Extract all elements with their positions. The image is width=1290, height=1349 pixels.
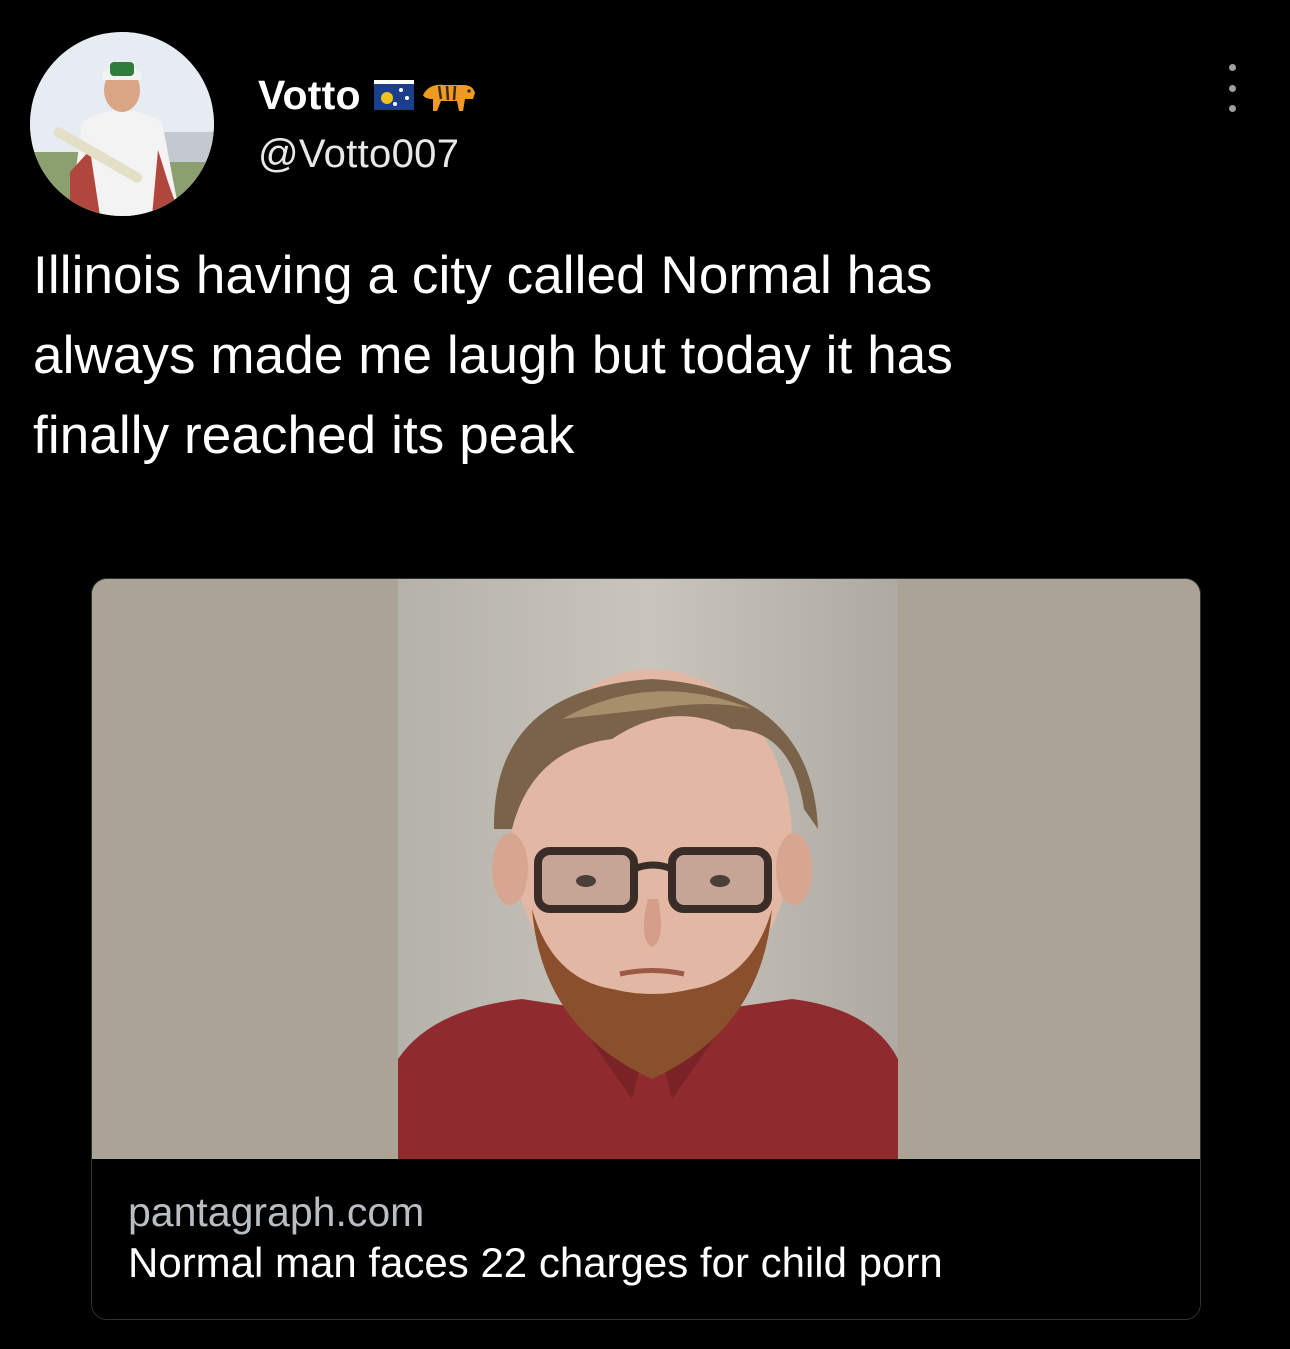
tweet-text: Illinois having a city called Normal has…	[33, 236, 1233, 476]
tweet-text-line: finally reached its peak	[33, 406, 575, 465]
tiger-icon	[422, 84, 475, 111]
tweet: Votto @Votto007 Illinois having a city c…	[0, 0, 1290, 1349]
mugshot-photo	[92, 579, 1200, 1159]
card-title[interactable]: Normal man faces 22 charges for child po…	[128, 1239, 943, 1287]
more-dot-icon	[1228, 84, 1236, 92]
display-name[interactable]: Votto	[258, 72, 361, 119]
link-preview-card[interactable]: pantagraph.com Normal man faces 22 charg…	[91, 578, 1201, 1320]
more-options-button[interactable]	[1218, 64, 1246, 112]
flag-icon	[373, 80, 414, 110]
card-image[interactable]	[92, 579, 1200, 1159]
more-dot-icon	[1228, 64, 1236, 71]
tweet-text-line: Illinois having a city called Normal has	[33, 246, 933, 305]
user-handle[interactable]: @Votto007	[258, 132, 459, 177]
more-dot-icon	[1228, 105, 1236, 112]
name-emoji-group	[373, 77, 477, 113]
name-row[interactable]: Votto	[258, 70, 477, 120]
tweet-text-line: always made me laugh but today it has	[33, 326, 953, 385]
avatar-image	[30, 32, 214, 216]
avatar[interactable]	[30, 32, 214, 216]
card-domain: pantagraph.com	[128, 1189, 425, 1235]
card-caption[interactable]: pantagraph.com Normal man faces 22 charg…	[92, 1159, 1200, 1319]
